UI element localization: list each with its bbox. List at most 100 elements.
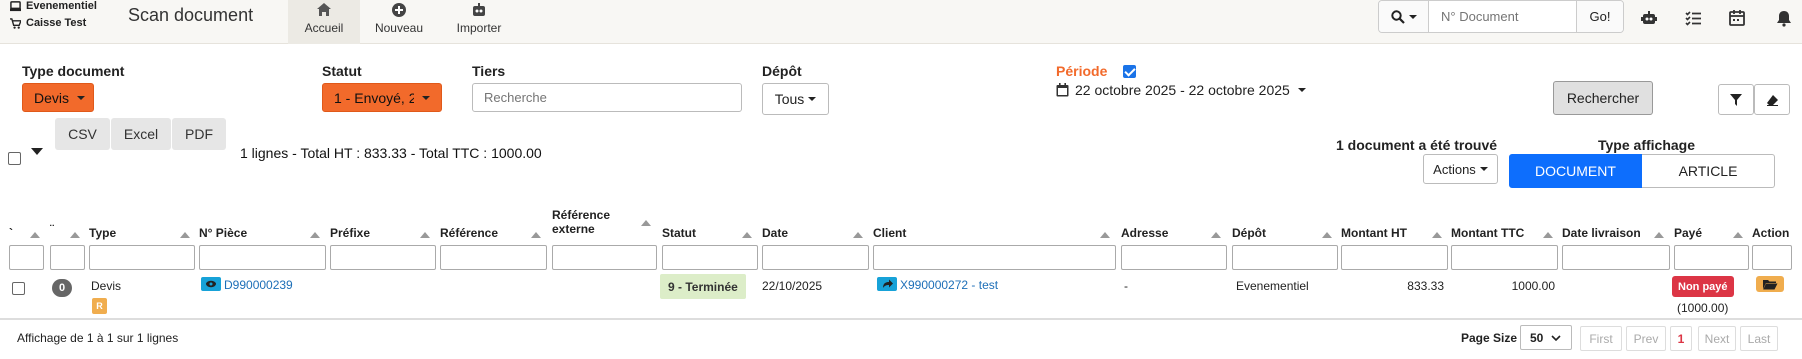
share-icon[interactable] — [877, 277, 897, 291]
status-badge: 9 - Terminée — [660, 274, 746, 299]
tiers-search-input[interactable] — [472, 83, 742, 112]
filter-input-montant-ht[interactable] — [1341, 245, 1448, 270]
col-header-reference[interactable]: Référence — [440, 226, 498, 240]
col-header-paye[interactable]: Payé — [1674, 226, 1702, 240]
filter-input-paye[interactable] — [1674, 245, 1749, 270]
col-header-count: ¨ — [50, 222, 54, 236]
export-csv-button[interactable]: CSV — [55, 118, 110, 150]
filter-input-depot[interactable] — [1232, 245, 1338, 270]
actions-dropdown[interactable]: Actions — [1423, 154, 1498, 184]
sort-icon[interactable] — [1733, 232, 1743, 238]
display-article-button[interactable]: ARTICLE — [1642, 154, 1775, 188]
document-number-input[interactable] — [1429, 1, 1577, 32]
filter-input-reference[interactable] — [440, 245, 547, 270]
filter-input-select[interactable] — [9, 245, 44, 270]
sort-icon[interactable] — [1211, 232, 1221, 238]
pager-current[interactable]: 1 — [1670, 326, 1692, 351]
row-action-button[interactable] — [1756, 276, 1784, 292]
filter-input-statut[interactable] — [662, 245, 758, 270]
row-client[interactable]: X990000272 - test — [877, 277, 998, 292]
filter-input-ref-externe[interactable] — [552, 245, 657, 270]
pagination-info: Affichage de 1 à 1 sur 1 lignes — [17, 331, 179, 345]
pager-prev[interactable]: Prev — [1626, 326, 1666, 351]
statut-select[interactable]: 1 - Envoyé, 2 — [322, 83, 442, 112]
filter-input-date-livraison[interactable] — [1562, 245, 1670, 270]
tiers-label: Tiers — [472, 63, 506, 79]
col-header-date[interactable]: Date — [762, 226, 788, 240]
robot-icon[interactable] — [1640, 9, 1658, 27]
filter-input-prefixe[interactable] — [330, 245, 436, 270]
col-header-date-livraison[interactable]: Date livraison — [1562, 226, 1641, 240]
tab-importer-label: Importer — [456, 21, 502, 35]
filter-input-count[interactable] — [50, 245, 85, 270]
pager-first[interactable]: First — [1580, 326, 1622, 351]
sort-icon[interactable] — [531, 232, 541, 238]
date-range-picker[interactable]: 22 octobre 2025 - 22 octobre 2025 — [1056, 82, 1306, 98]
sort-icon[interactable] — [70, 232, 80, 238]
row-montant-ttc: 1000.00 — [1511, 279, 1555, 293]
col-header-prefixe[interactable]: Préfixe — [330, 226, 370, 240]
sort-icon[interactable] — [310, 232, 320, 238]
type-document-label: Type document — [22, 63, 125, 79]
filter-input-numero[interactable] — [199, 245, 326, 270]
filter-input-montant-ttc[interactable] — [1451, 245, 1558, 270]
col-header-type[interactable]: Type — [89, 226, 116, 240]
row-client-link[interactable]: X990000272 - test — [900, 278, 998, 292]
sort-icon[interactable] — [420, 232, 430, 238]
tasks-icon[interactable] — [1684, 9, 1702, 27]
col-header-adresse[interactable]: Adresse — [1121, 226, 1168, 240]
col-header-montant-ttc[interactable]: Montant TTC — [1451, 226, 1524, 240]
export-excel-button[interactable]: Excel — [111, 118, 171, 150]
page-size-select[interactable]: 50 — [1520, 325, 1572, 350]
row-checkbox[interactable] — [12, 282, 25, 295]
row-numero[interactable]: D990000239 — [201, 277, 293, 292]
col-header-numero[interactable]: N° Pièce — [199, 226, 247, 240]
periode-checkbox[interactable] — [1123, 65, 1136, 78]
clear-filters-button[interactable] — [1754, 84, 1790, 115]
pager-last[interactable]: Last — [1740, 326, 1778, 351]
unpaid-badge: Non payé — [1672, 276, 1734, 297]
sort-icon[interactable] — [1322, 232, 1332, 238]
filter-input-adresse[interactable] — [1121, 245, 1227, 270]
filter-input-action[interactable] — [1752, 245, 1792, 270]
select-all-checkbox[interactable] — [8, 152, 21, 165]
search-mode-dropdown[interactable] — [1379, 1, 1429, 32]
sort-icon[interactable] — [1654, 232, 1664, 238]
page-size-label: Page Size — [1461, 331, 1518, 345]
statut-label: Statut — [322, 63, 362, 79]
caret-down-icon[interactable] — [31, 148, 43, 155]
document-search: Go! — [1378, 0, 1624, 33]
bell-icon[interactable] — [1775, 9, 1793, 27]
sort-icon[interactable] — [742, 232, 752, 238]
type-document-select[interactable]: Devis — [22, 83, 94, 112]
sort-icon[interactable] — [1543, 232, 1553, 238]
sort-icon[interactable] — [1100, 232, 1110, 238]
tab-importer[interactable]: Importer — [440, 0, 518, 44]
export-pdf-button[interactable]: PDF — [172, 118, 226, 150]
col-header-montant-ht[interactable]: Montant HT — [1341, 226, 1407, 240]
col-header-ref-externe[interactable]: Référence externe — [552, 208, 610, 236]
filter-input-type[interactable] — [89, 245, 195, 270]
display-document-button[interactable]: DOCUMENT — [1509, 154, 1642, 188]
calendar-icon[interactable] — [1728, 9, 1746, 27]
tab-nouveau-label: Nouveau — [374, 21, 424, 35]
pager-next[interactable]: Next — [1698, 326, 1736, 351]
tab-accueil[interactable]: Accueil — [288, 0, 360, 44]
row-numero-link[interactable]: D990000239 — [224, 278, 293, 292]
filter-input-client[interactable] — [873, 245, 1116, 270]
go-button[interactable]: Go! — [1577, 1, 1623, 32]
sort-icon[interactable] — [30, 232, 40, 238]
col-header-client[interactable]: Client — [873, 226, 906, 240]
eye-icon[interactable] — [201, 277, 221, 291]
col-header-statut[interactable]: Statut — [662, 226, 696, 240]
depot-select[interactable]: Tous — [762, 83, 829, 115]
sort-icon[interactable] — [641, 220, 651, 226]
sort-icon[interactable] — [1432, 232, 1442, 238]
sort-icon[interactable] — [180, 232, 190, 238]
col-header-depot[interactable]: Dépôt — [1232, 226, 1266, 240]
filter-button[interactable] — [1718, 84, 1754, 115]
filter-input-date[interactable] — [762, 245, 869, 270]
rechercher-button[interactable]: Rechercher — [1553, 81, 1653, 115]
tab-nouveau[interactable]: Nouveau — [364, 0, 434, 44]
sort-icon[interactable] — [853, 232, 863, 238]
